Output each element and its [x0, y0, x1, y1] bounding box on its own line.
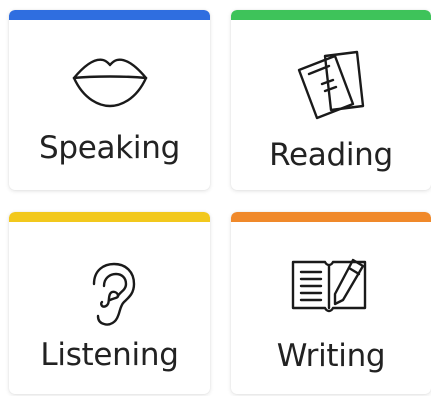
- listening-card[interactable]: Listening: [9, 212, 210, 394]
- reading-label: Reading: [269, 137, 393, 173]
- listening-accent-bar: [9, 212, 210, 222]
- writing-accent-bar: [231, 212, 431, 222]
- lips-icon: [70, 52, 150, 112]
- notebook-pen-icon: [289, 256, 373, 318]
- speaking-label: Speaking: [39, 130, 180, 166]
- writing-label: Writing: [276, 338, 386, 374]
- writing-card[interactable]: Writing: [231, 212, 431, 394]
- reading-accent-bar: [231, 10, 431, 20]
- ear-icon: [80, 260, 140, 328]
- speaking-card[interactable]: Speaking: [9, 10, 210, 190]
- listening-label: Listening: [40, 337, 179, 373]
- speaking-accent-bar: [9, 10, 210, 20]
- book-icon: [291, 48, 371, 122]
- reading-card[interactable]: Reading: [231, 10, 431, 190]
- skills-grid: Speaking Reading Listening Writing: [0, 0, 431, 396]
